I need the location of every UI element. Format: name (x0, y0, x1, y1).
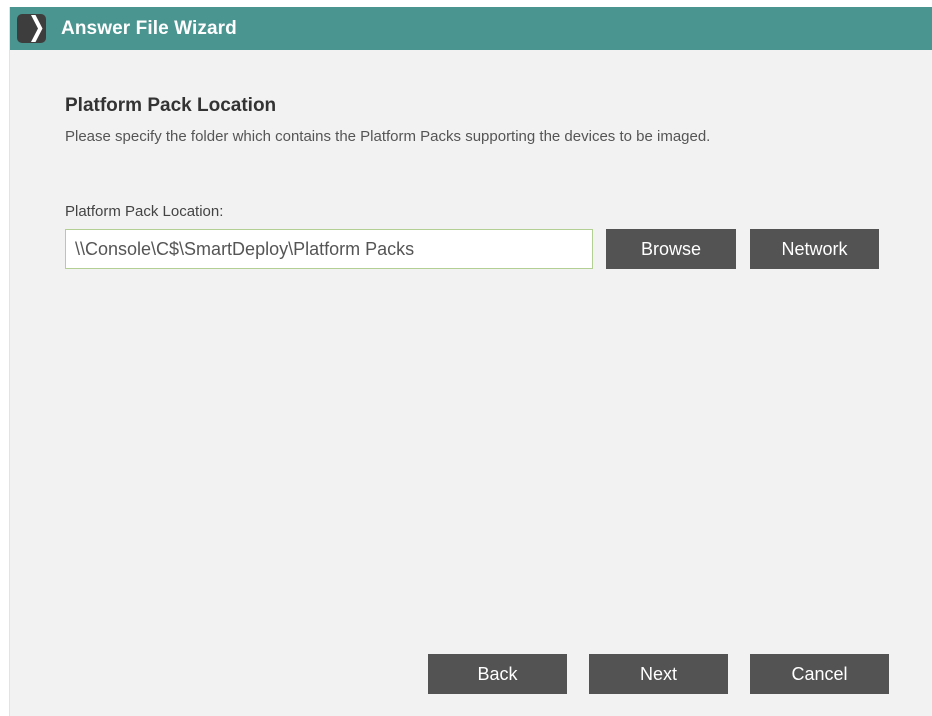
next-button[interactable]: Next (589, 654, 728, 694)
section-description: Please specify the folder which contains… (65, 128, 711, 145)
network-button[interactable]: Network (750, 229, 879, 269)
window-title: Answer File Wizard (61, 18, 237, 39)
platform-pack-location-input[interactable] (65, 229, 593, 269)
section-title: Platform Pack Location (65, 95, 277, 116)
platform-pack-location-label: Platform Pack Location: (65, 203, 224, 220)
title-bar: Answer File Wizard (10, 7, 932, 50)
cancel-button[interactable]: Cancel (750, 654, 889, 694)
wizard-window: Answer File Wizard Platform Pack Locatio… (9, 7, 932, 716)
browse-button[interactable]: Browse (606, 229, 736, 269)
back-button[interactable]: Back (428, 654, 567, 694)
smartdeploy-chevron-icon (17, 14, 46, 43)
